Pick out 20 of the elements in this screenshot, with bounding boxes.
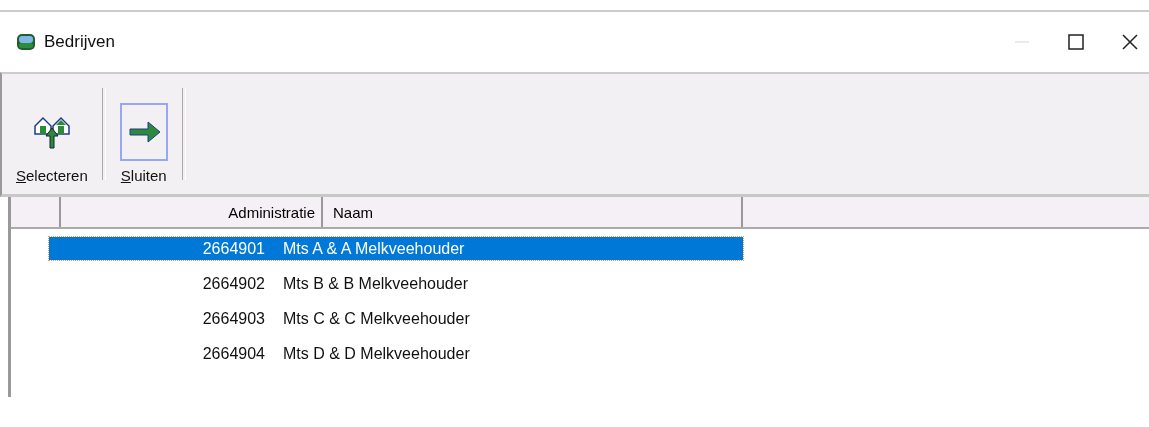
app-icon xyxy=(16,33,36,51)
table-cell-text: Mts C & C Melkveehouder xyxy=(282,309,471,328)
selected-row[interactable]: 2664901 Mts A & A Melkveehouder xyxy=(49,237,743,260)
table-cell-text: 2664903 xyxy=(201,309,266,328)
table-cell-text: 2664901 xyxy=(201,239,266,258)
close-button[interactable] xyxy=(1121,33,1139,51)
column-header[interactable]: Naam xyxy=(323,197,743,227)
table-cell-text: Mts A & A Melkveehouder xyxy=(282,239,466,258)
table-cell-text: 2664904 xyxy=(201,344,266,363)
maximize-button[interactable] xyxy=(1067,33,1085,51)
window-title: Bedrijven xyxy=(44,32,115,52)
table-cell-text: 2664902 xyxy=(201,274,266,293)
table-row[interactable]: 2664904 Mts D & D Melkveehouder xyxy=(49,342,743,365)
table-cell-text: Mts B & B Melkveehouder xyxy=(282,274,469,293)
table-row[interactable]: 2664902 Mts B & B Melkveehouder xyxy=(49,272,743,295)
close-button[interactable]: Sluiten xyxy=(109,80,178,188)
column-header[interactable]: Administratie xyxy=(61,197,323,227)
select-button[interactable]: Selecteren xyxy=(6,80,98,188)
table-row[interactable]: 2664903 Mts C & C Melkveehouder xyxy=(49,307,743,330)
table-cell-text: Mts D & D Melkveehouder xyxy=(282,344,471,363)
